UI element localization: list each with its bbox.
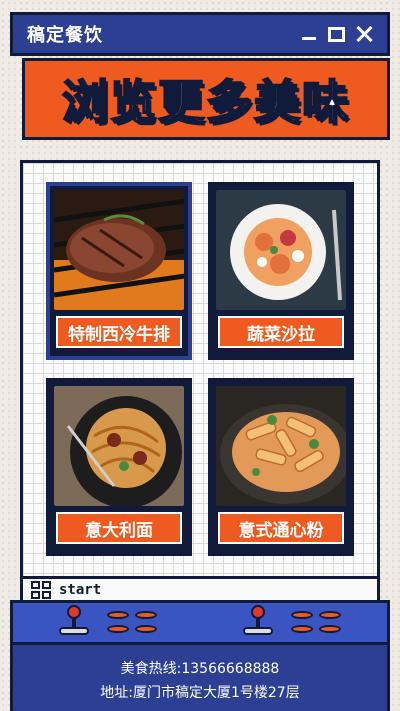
address-text: 地址:厦门市稿定大厦1号楼27层 bbox=[100, 685, 300, 701]
menu-card-penne[interactable]: 意式通心粉 bbox=[208, 378, 354, 556]
menu-card-steak[interactable]: 特制西冷牛排 bbox=[46, 182, 192, 360]
penne-image bbox=[216, 386, 346, 506]
joystick-icon[interactable] bbox=[243, 605, 273, 639]
minimize-icon[interactable] bbox=[300, 25, 318, 43]
title-bar: 稿定餐饮 bbox=[10, 12, 390, 56]
card-frame: 蔬菜沙拉 bbox=[208, 182, 354, 360]
card-label: 蔬菜沙拉 bbox=[216, 314, 346, 350]
card-frame: 意大利面 bbox=[46, 378, 192, 556]
banner-title: 浏览更多美味 bbox=[61, 74, 350, 130]
card-label: 特制西冷牛排 bbox=[54, 314, 184, 350]
spaghetti-image bbox=[54, 386, 184, 506]
salad-image bbox=[216, 190, 346, 310]
control-panel bbox=[13, 603, 387, 645]
card-frame: 意式通心粉 bbox=[208, 378, 354, 556]
banner: 浏览更多美味 bbox=[22, 58, 390, 140]
start-button[interactable]: start bbox=[59, 582, 101, 598]
joystick-icon[interactable] bbox=[59, 605, 89, 639]
card-label: 意大利面 bbox=[54, 510, 184, 546]
card-frame: 特制西冷牛排 bbox=[46, 182, 192, 360]
brand-name: 稿定餐饮 bbox=[27, 25, 103, 46]
menu-card-spaghetti[interactable]: 意大利面 bbox=[46, 378, 192, 556]
steak-image bbox=[54, 190, 184, 310]
menu-card-salad[interactable]: 蔬菜沙拉 bbox=[208, 182, 354, 360]
close-icon[interactable] bbox=[355, 25, 373, 43]
arcade-buttons[interactable] bbox=[107, 611, 157, 633]
contact-info: 美食热线:13566668888 地址:厦门市稿定大厦1号楼27层 bbox=[13, 657, 387, 705]
app-window: 稿定餐饮 浏览更多美味 bbox=[10, 12, 390, 140]
maximize-icon[interactable] bbox=[328, 26, 345, 42]
start-menu-icon[interactable] bbox=[31, 581, 51, 599]
arcade-buttons[interactable] bbox=[291, 611, 341, 633]
card-label: 意式通心粉 bbox=[216, 510, 346, 546]
hotline-text: 美食热线:13566668888 bbox=[120, 661, 280, 677]
arcade-console: 美食热线:13566668888 地址:厦门市稿定大厦1号楼27层 bbox=[10, 600, 390, 711]
window-controls bbox=[300, 25, 373, 43]
